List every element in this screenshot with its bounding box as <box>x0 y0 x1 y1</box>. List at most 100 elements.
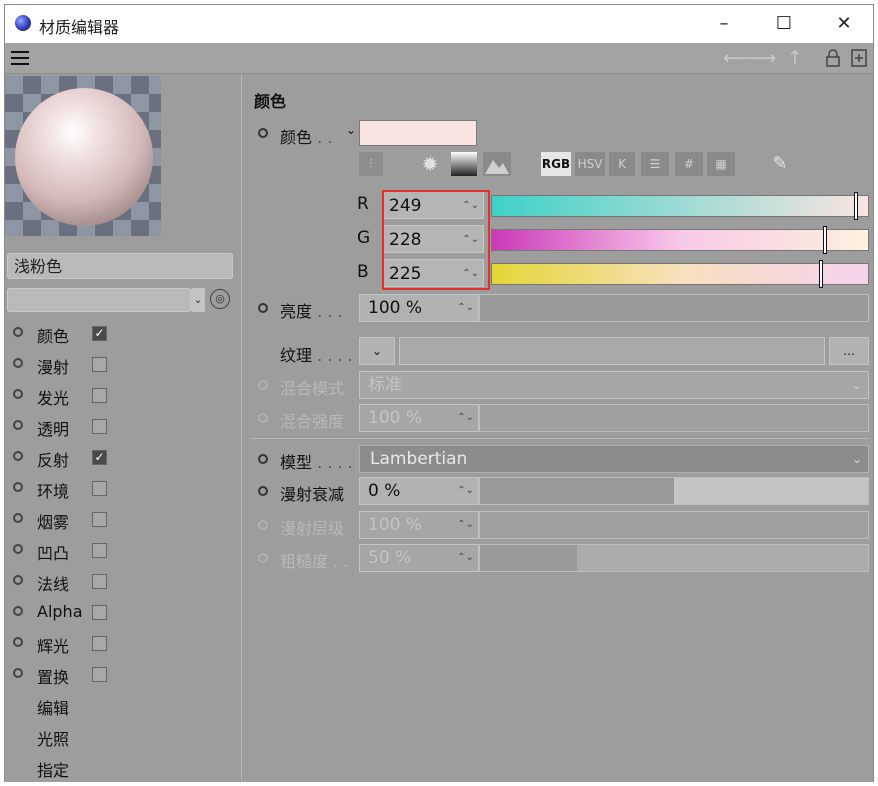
channel-dot-icon[interactable] <box>13 451 23 461</box>
channel-dot-icon[interactable] <box>13 544 23 554</box>
roughness-bar[interactable] <box>479 544 869 572</box>
diffuse-level-field[interactable]: 100 % ⌃⌄ <box>359 511 479 539</box>
diffuse-falloff-anim-dot[interactable] <box>258 486 268 496</box>
channel-item[interactable]: 环境 <box>5 474 241 505</box>
color-wheel-icon[interactable]: ✹ <box>417 152 443 176</box>
b-slider-handle[interactable] <box>819 260 823 288</box>
chevron-down-icon[interactable]: ⌄ <box>191 288 205 312</box>
channel-label[interactable]: 反射 <box>37 447 69 471</box>
diffuse-level-bar[interactable] <box>479 511 869 539</box>
diffuse-falloff-bar[interactable] <box>479 477 869 505</box>
channel-dot-icon[interactable] <box>13 358 23 368</box>
channel-checkbox[interactable] <box>92 543 107 558</box>
channel-checkbox[interactable] <box>92 388 107 403</box>
brightness-anim-dot[interactable] <box>258 303 268 313</box>
channel-checkbox[interactable] <box>92 419 107 434</box>
g-slider-handle[interactable] <box>823 226 827 254</box>
channel-checkbox[interactable]: ✓ <box>92 326 107 341</box>
hex-mode-button[interactable]: # <box>675 152 703 176</box>
left-extra-item[interactable]: 编辑 <box>37 695 69 719</box>
channel-checkbox[interactable] <box>92 512 107 527</box>
channel-dot-icon[interactable] <box>13 637 23 647</box>
color-anim-dot[interactable] <box>258 128 268 138</box>
channel-checkbox[interactable] <box>92 357 107 372</box>
channel-checkbox[interactable] <box>92 667 107 682</box>
left-extra-item[interactable]: 指定 <box>37 757 69 781</box>
r-value-field[interactable]: 249 ⌃⌄ <box>382 191 484 219</box>
channel-dot-icon[interactable] <box>13 482 23 492</box>
eyedropper-icon[interactable]: ✎ <box>767 152 793 176</box>
model-anim-dot[interactable] <box>258 454 268 464</box>
channel-label[interactable]: 发光 <box>37 385 69 409</box>
diffuse-falloff-field[interactable]: 0 % ⌃⌄ <box>359 477 479 505</box>
lock-icon[interactable] <box>825 49 841 71</box>
g-slider[interactable] <box>491 226 869 254</box>
roughness-field[interactable]: 50 % ⌃⌄ <box>359 544 479 572</box>
brightness-bar[interactable] <box>479 294 869 322</box>
channel-label[interactable]: 辉光 <box>37 633 69 657</box>
channel-dot-icon[interactable] <box>13 606 23 616</box>
channel-item[interactable]: 颜色 ✓ <box>5 319 241 350</box>
left-extra-item[interactable]: 光照 <box>37 726 69 750</box>
minimize-button[interactable]: – <box>701 9 747 39</box>
r-slider[interactable] <box>491 192 869 220</box>
menu-icon[interactable] <box>11 51 29 65</box>
channel-label[interactable]: Alpha <box>37 602 83 621</box>
channel-checkbox[interactable] <box>92 481 107 496</box>
channel-label[interactable]: 法线 <box>37 571 69 595</box>
image-icon[interactable] <box>483 152 511 176</box>
blend-mode-select[interactable]: 标准 ⌄ <box>359 371 869 399</box>
channel-checkbox[interactable] <box>92 574 107 589</box>
swatch-grid-icon[interactable]: ▦ <box>707 152 735 176</box>
b-value-field[interactable]: 225 ⌃⌄ <box>382 259 484 287</box>
channel-label[interactable]: 置换 <box>37 664 69 688</box>
kelvin-mode-button[interactable]: K <box>609 152 635 176</box>
color-swatch[interactable] <box>359 120 477 146</box>
blend-strength-bar[interactable] <box>479 404 869 432</box>
texture-field[interactable] <box>399 337 825 365</box>
g-value-field[interactable]: 228 ⌃⌄ <box>382 225 484 253</box>
channel-item[interactable]: 反射 ✓ <box>5 443 241 474</box>
brightness-field[interactable]: 100 % ⌃⌄ <box>359 294 479 322</box>
channel-label[interactable]: 漫射 <box>37 354 69 378</box>
sliders-icon[interactable]: ☰ <box>641 152 669 176</box>
target-icon[interactable]: ◎ <box>210 289 230 309</box>
channel-item[interactable]: 凹凸 <box>5 536 241 567</box>
r-slider-handle[interactable] <box>854 192 858 220</box>
channel-item[interactable]: Alpha <box>5 598 241 629</box>
channel-dot-icon[interactable] <box>13 668 23 678</box>
model-select[interactable]: Lambertian ⌄ <box>359 445 869 473</box>
b-slider[interactable] <box>491 260 869 288</box>
back-arrow-icon[interactable]: ⟵ <box>723 47 750 69</box>
channel-item[interactable]: 辉光 <box>5 629 241 660</box>
texture-more-button[interactable]: ... <box>829 337 869 365</box>
material-name-field[interactable]: 浅粉色 <box>7 253 233 279</box>
channel-dot-icon[interactable] <box>13 389 23 399</box>
forward-arrow-icon[interactable]: ⟶ <box>749 47 776 69</box>
material-preview[interactable] <box>5 76 161 236</box>
close-button[interactable]: ✕ <box>821 9 867 39</box>
chevron-down-icon[interactable]: ⌄ <box>346 123 356 137</box>
channel-label[interactable]: 透明 <box>37 416 69 440</box>
channel-item[interactable]: 法线 <box>5 567 241 598</box>
up-arrow-icon[interactable]: ↑ <box>787 47 803 69</box>
channel-dot-icon[interactable] <box>13 327 23 337</box>
channel-checkbox[interactable] <box>92 636 107 651</box>
texture-dropdown-button[interactable]: ⌄ <box>359 337 395 365</box>
channel-label[interactable]: 凹凸 <box>37 540 69 564</box>
channel-checkbox[interactable]: ✓ <box>92 450 107 465</box>
channel-dot-icon[interactable] <box>13 420 23 430</box>
channel-label[interactable]: 环境 <box>37 478 69 502</box>
channel-item[interactable]: 烟雾 <box>5 505 241 536</box>
channel-checkbox[interactable] <box>92 605 107 620</box>
blend-strength-field[interactable]: 100 % ⌃⌄ <box>359 404 479 432</box>
hsv-mode-button[interactable]: HSV <box>575 152 605 176</box>
spectrum-icon[interactable]: ⫶ <box>359 152 383 176</box>
channel-dot-icon[interactable] <box>13 575 23 585</box>
maximize-button[interactable]: ☐ <box>761 9 807 39</box>
gradient-icon[interactable] <box>451 152 477 176</box>
layer-dropdown[interactable] <box>7 288 191 312</box>
channel-label[interactable]: 烟雾 <box>37 509 69 533</box>
new-window-icon[interactable] <box>851 49 867 72</box>
rgb-mode-button[interactable]: RGB <box>541 152 571 176</box>
